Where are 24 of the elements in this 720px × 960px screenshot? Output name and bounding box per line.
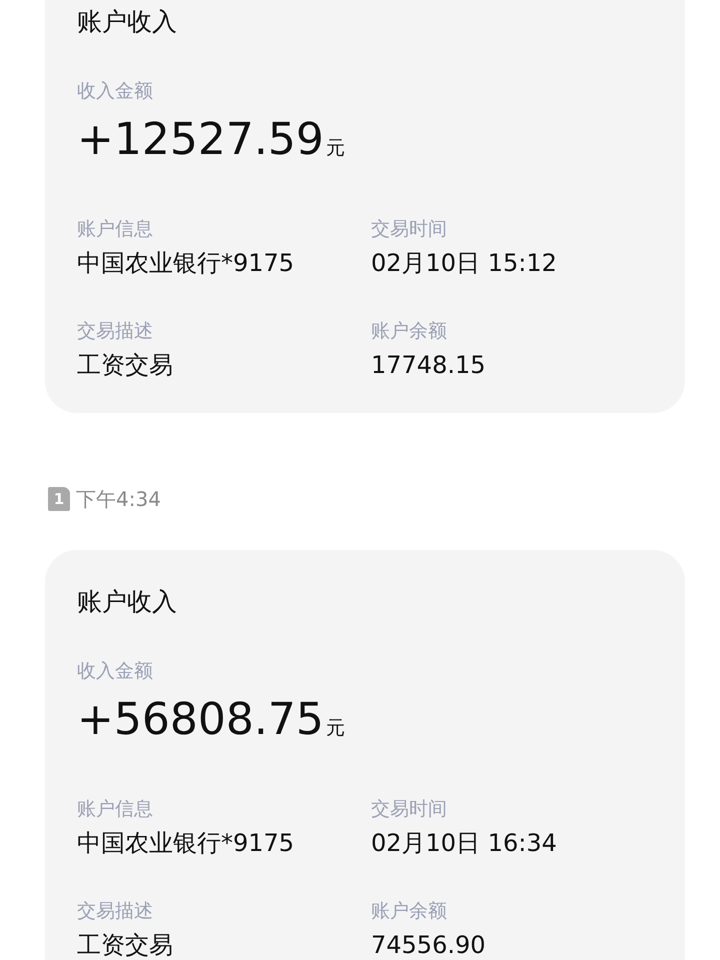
sim-card-icon: 1 xyxy=(48,487,70,511)
message-time: 下午4:34 xyxy=(76,486,161,513)
field-label: 收入金额 xyxy=(77,659,154,684)
field-label: 账户信息 xyxy=(77,797,154,822)
field-value: 02月10日 15:12 xyxy=(371,248,558,279)
field-value: 中国农业银行*9175 xyxy=(77,828,296,859)
field-label: 账户余额 xyxy=(371,319,448,344)
field-label: 账户信息 xyxy=(77,217,154,242)
field-label: 交易时间 xyxy=(371,797,448,822)
card-title: 账户收入 xyxy=(77,586,178,618)
field-value: 工资交易 xyxy=(77,350,174,381)
card-title: 账户收入 xyxy=(77,6,178,38)
field-label: 交易描述 xyxy=(77,319,154,344)
field-label: 收入金额 xyxy=(77,79,154,104)
field-label: 账户余额 xyxy=(371,899,448,924)
field-label: 交易描述 xyxy=(77,899,154,924)
field-value: 02月10日 16:34 xyxy=(371,828,558,859)
field-value: 中国农业银行*9175 xyxy=(77,248,296,279)
field-value: 17748.15 xyxy=(371,350,487,381)
income-amount: +56808.75 元 xyxy=(77,693,346,747)
field-value: 工资交易 xyxy=(77,930,174,960)
field-value: 74556.90 xyxy=(371,930,487,960)
income-amount: +12527.59 元 xyxy=(77,113,346,167)
field-label: 交易时间 xyxy=(371,217,448,242)
